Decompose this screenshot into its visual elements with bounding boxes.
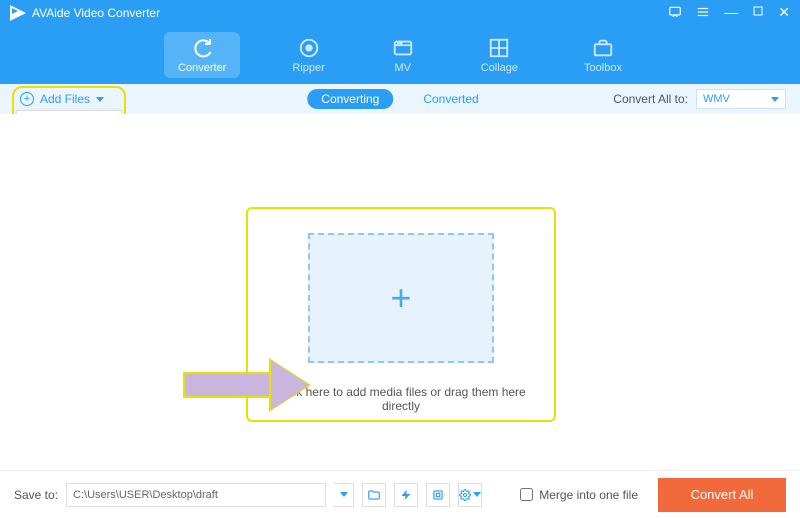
tab-mv[interactable]: MV	[377, 32, 429, 78]
main-toolbar: Converter Ripper MV Collage Toolbox	[0, 26, 800, 84]
titlebar: AVAide Video Converter — ✕	[0, 0, 800, 26]
merge-label: Merge into one file	[539, 488, 638, 502]
hw-accel-button[interactable]	[394, 483, 418, 507]
tab-label: MV	[394, 62, 411, 74]
tutorial-arrow-icon	[183, 362, 323, 408]
app-logo-icon	[10, 5, 26, 21]
open-folder-button[interactable]	[362, 483, 386, 507]
collage-icon	[487, 36, 511, 60]
chevron-down-icon	[771, 97, 779, 102]
window-controls: — ✕	[668, 5, 790, 21]
chevron-down-icon	[473, 492, 481, 497]
save-path-field[interactable]: C:\Users\USER\Desktop\draft	[66, 483, 326, 507]
tab-label: Ripper	[292, 62, 324, 74]
tab-label: Collage	[481, 62, 518, 74]
toolbox-icon	[591, 36, 615, 60]
convert-all-to: Convert All to: WMV	[613, 89, 786, 109]
chevron-down-icon	[340, 492, 348, 497]
maximize-icon[interactable]	[752, 5, 764, 21]
status-tabs: Converting Converted	[307, 89, 492, 109]
output-format-value: WMV	[703, 93, 730, 105]
output-format-select[interactable]: WMV	[696, 89, 786, 109]
save-path-dropdown[interactable]	[334, 483, 354, 507]
high-speed-button[interactable]	[426, 483, 450, 507]
tab-converting[interactable]: Converting	[307, 89, 393, 109]
dropzone[interactable]: +	[308, 233, 494, 363]
plus-icon: +	[390, 277, 411, 319]
merge-checkbox[interactable]	[520, 488, 533, 501]
footer: Save to: C:\Users\USER\Desktop\draft Mer…	[0, 470, 800, 518]
minimize-icon[interactable]: —	[724, 5, 738, 21]
feedback-icon[interactable]	[668, 5, 682, 21]
close-icon[interactable]: ✕	[778, 5, 790, 21]
add-files-button[interactable]: + Add Files	[14, 88, 110, 110]
chevron-down-icon	[96, 97, 104, 102]
add-files-label: Add Files	[40, 92, 90, 106]
tab-label: Converter	[178, 62, 226, 74]
mv-icon	[391, 36, 415, 60]
app-title: AVAide Video Converter	[32, 6, 668, 20]
tab-toolbox[interactable]: Toolbox	[570, 32, 636, 78]
converter-icon	[190, 36, 214, 60]
tab-converter[interactable]: Converter	[164, 32, 240, 78]
settings-button[interactable]	[458, 483, 482, 507]
tab-converted[interactable]: Converted	[409, 89, 492, 109]
convert-all-to-label: Convert All to:	[613, 92, 688, 106]
menu-icon[interactable]	[696, 5, 710, 21]
ripper-icon	[297, 36, 321, 60]
tab-label: Toolbox	[584, 62, 622, 74]
main-area: + Click here to add media files or drag …	[0, 114, 800, 484]
save-to-label: Save to:	[14, 488, 58, 502]
tab-collage[interactable]: Collage	[467, 32, 532, 78]
convert-all-button[interactable]: Convert All	[658, 478, 786, 512]
save-path-value: C:\Users\USER\Desktop\draft	[73, 489, 218, 501]
merge-checkbox-row[interactable]: Merge into one file	[520, 488, 638, 502]
tab-ripper[interactable]: Ripper	[278, 32, 338, 78]
plus-circle-icon: +	[20, 92, 34, 106]
